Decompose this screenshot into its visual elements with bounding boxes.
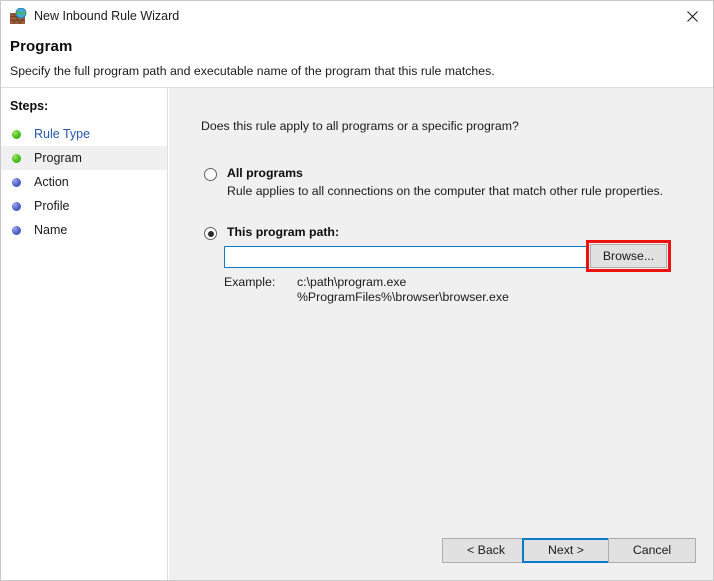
header-band: Program Specify the full program path an… (1, 32, 713, 88)
browse-button[interactable]: Browse... (590, 244, 667, 268)
steps-heading: Steps: (10, 99, 49, 113)
page-title: Program (10, 38, 73, 55)
step-bullet-icon (12, 225, 21, 235)
back-button[interactable]: < Back (442, 538, 530, 563)
firewall-brick-globe-icon (10, 7, 27, 25)
example-label: Example: (224, 275, 276, 289)
sidebar-item-profile[interactable]: Profile (1, 194, 167, 218)
sidebar-item-name[interactable]: Name (1, 218, 167, 242)
page-subtitle: Specify the full program path and execut… (10, 64, 495, 78)
cancel-button[interactable]: Cancel (608, 538, 696, 563)
close-icon[interactable] (669, 1, 713, 32)
next-button[interactable]: Next > (522, 538, 610, 563)
window-title: New Inbound Rule Wizard (34, 9, 180, 23)
step-bullet-icon (12, 201, 21, 211)
step-bullet-icon (12, 129, 21, 139)
sidebar-item-label: Action (34, 175, 69, 189)
sidebar-item-program[interactable]: Program (1, 146, 167, 170)
radio-this-program-path-icon[interactable] (204, 227, 217, 240)
step-bullet-icon (12, 177, 21, 187)
title-bar: New Inbound Rule Wizard (1, 1, 713, 32)
sidebar-item-label: Profile (34, 199, 70, 213)
wizard-window: New Inbound Rule Wizard Program Specify … (0, 0, 714, 581)
steps-sidebar: Steps: Rule Type Program Action Profile … (1, 88, 168, 580)
radio-option-description: Rule applies to all connections on the c… (227, 184, 664, 198)
sidebar-item-label: Program (34, 151, 82, 165)
sidebar-item-rule-type[interactable]: Rule Type (1, 122, 167, 146)
radio-option-title: All programs (227, 166, 303, 180)
question-text: Does this rule apply to all programs or … (201, 119, 519, 133)
content-panel: Does this rule apply to all programs or … (169, 88, 713, 580)
program-path-input[interactable] (224, 246, 588, 268)
step-bullet-icon (12, 153, 21, 163)
sidebar-item-label: Rule Type (34, 127, 91, 141)
sidebar-item-label: Name (34, 223, 68, 237)
example-values: c:\path\program.exe %ProgramFiles%\brows… (297, 275, 509, 304)
radio-all-programs-icon[interactable] (204, 168, 217, 181)
sidebar-item-action[interactable]: Action (1, 170, 167, 194)
steps-list: Rule Type Program Action Profile Name (1, 122, 167, 242)
radio-option-title: This program path: (227, 225, 340, 239)
